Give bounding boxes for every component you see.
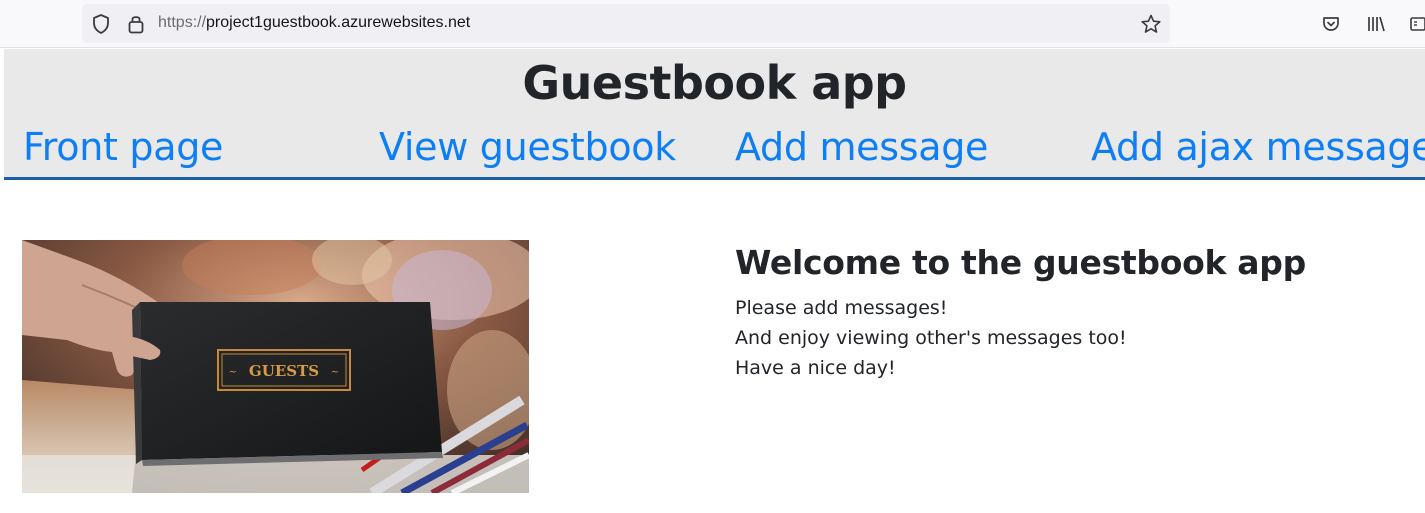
shield-icon[interactable] — [90, 12, 112, 36]
url-host: project1guestbook.azurewebsites.net — [206, 14, 471, 31]
browser-toolbar: https://project1guestbook.azurewebsites.… — [0, 0, 1425, 48]
lock-icon[interactable] — [125, 12, 147, 36]
library-icon[interactable] — [1365, 12, 1387, 36]
site-title: Guestbook app — [522, 56, 907, 110]
bookmark-star-icon[interactable] — [1139, 12, 1163, 36]
nav-front-page[interactable]: Front page — [23, 121, 223, 173]
page-header: Guestbook app Front page View guestbook … — [4, 49, 1425, 177]
welcome-line-2: And enjoy viewing other's messages too! — [735, 327, 1127, 349]
welcome-line-1: Please add messages! — [735, 297, 948, 319]
pocket-icon[interactable] — [1320, 12, 1342, 36]
nav-add-ajax-message[interactable]: Add ajax message — [1091, 121, 1425, 173]
svg-text:~: ~ — [331, 367, 339, 378]
url-text[interactable]: https://project1guestbook.azurewebsites.… — [158, 14, 470, 32]
header-divider — [4, 177, 1425, 180]
svg-text:~: ~ — [229, 367, 237, 378]
reader-view-icon[interactable] — [1407, 12, 1425, 36]
book-label: GUESTS — [249, 362, 319, 380]
url-scheme: https:// — [158, 14, 207, 31]
welcome-line-3: Have a nice day! — [735, 357, 896, 379]
guestbook-photo: GUESTS ~ ~ — [22, 240, 529, 493]
nav-view-guestbook[interactable]: View guestbook — [379, 121, 676, 173]
welcome-heading: Welcome to the guestbook app — [735, 243, 1306, 282]
nav-add-message[interactable]: Add message — [735, 121, 988, 173]
